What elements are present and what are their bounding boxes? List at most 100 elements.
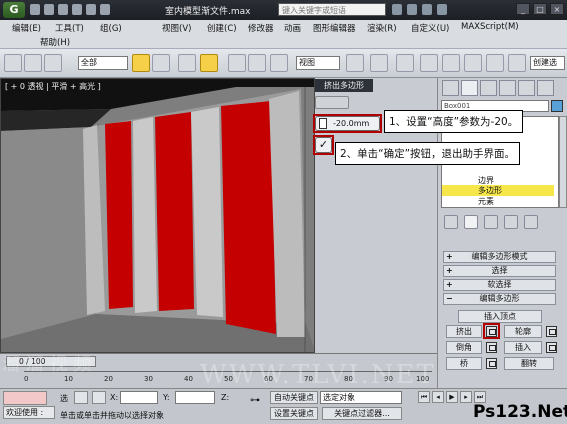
absolute-mode-icon[interactable] bbox=[92, 391, 106, 404]
snap-toggle-icon[interactable] bbox=[420, 54, 438, 72]
select-object-icon[interactable] bbox=[132, 54, 150, 72]
make-unique-icon[interactable] bbox=[484, 215, 498, 229]
favorites-icon[interactable] bbox=[422, 4, 432, 15]
link-icon[interactable] bbox=[44, 54, 62, 72]
pin-stack-icon[interactable] bbox=[444, 215, 458, 229]
modifier-stack-scrollbar[interactable] bbox=[559, 116, 567, 208]
remove-modifier-icon[interactable] bbox=[504, 215, 518, 229]
menu-tools[interactable]: 工具(T) bbox=[55, 22, 84, 34]
door-panel-2[interactable] bbox=[155, 112, 194, 311]
search-icon[interactable] bbox=[392, 4, 402, 15]
close-button[interactable]: × bbox=[550, 3, 564, 15]
configure-sets-icon[interactable] bbox=[524, 215, 538, 229]
help-icon[interactable] bbox=[437, 4, 447, 15]
menu-maxscript[interactable]: MAXScript(M) bbox=[461, 22, 519, 32]
stack-item-element[interactable]: 元素 bbox=[478, 196, 494, 207]
outline-settings-icon[interactable] bbox=[546, 326, 557, 337]
motion-tab-icon[interactable] bbox=[499, 80, 516, 96]
bridge-button[interactable]: 桥 bbox=[446, 357, 482, 370]
percent-snap-icon[interactable] bbox=[464, 54, 482, 72]
angle-snap-icon[interactable] bbox=[442, 54, 460, 72]
keyboard-shortcut-icon[interactable] bbox=[396, 54, 414, 72]
display-tab-icon[interactable] bbox=[518, 80, 535, 96]
maxscript-listener[interactable] bbox=[3, 391, 47, 405]
perspective-viewport[interactable]: [ + 0 透视 | 平滑 + 高光 ] bbox=[0, 78, 315, 353]
menu-help[interactable]: 帮助(H) bbox=[40, 36, 70, 48]
viewport-label[interactable]: [ + 0 透视 | 平滑 + 高光 ] bbox=[5, 81, 101, 92]
tick-label: 30 bbox=[144, 375, 153, 383]
save-icon[interactable] bbox=[58, 4, 68, 15]
menu-group[interactable]: 组(G) bbox=[100, 22, 122, 34]
next-frame-icon[interactable]: ▸ bbox=[460, 391, 472, 403]
door-panel-3[interactable] bbox=[221, 101, 276, 334]
named-selection-set-dropdown[interactable]: 创建选 bbox=[530, 56, 565, 70]
selection-region-icon[interactable] bbox=[178, 54, 196, 72]
y-coordinate-field[interactable] bbox=[175, 391, 215, 404]
set-key-button[interactable]: 设置关键点 bbox=[270, 407, 318, 420]
select-manipulate-icon[interactable] bbox=[370, 54, 388, 72]
search-input[interactable]: 键入关键字或短语 bbox=[278, 3, 386, 16]
pivot-center-icon[interactable] bbox=[346, 54, 364, 72]
door-panel-1[interactable] bbox=[105, 121, 133, 309]
scale-icon[interactable] bbox=[270, 54, 288, 72]
show-end-result-icon[interactable] bbox=[464, 215, 478, 229]
key-icon[interactable]: ⊶ bbox=[250, 395, 260, 406]
menu-views[interactable]: 视图(V) bbox=[162, 22, 191, 34]
hierarchy-tab-icon[interactable] bbox=[480, 80, 497, 96]
selection-lock-icon[interactable] bbox=[74, 391, 88, 404]
undo-icon[interactable] bbox=[72, 4, 82, 15]
insert-vertex-button[interactable]: 插入顶点 bbox=[458, 310, 542, 323]
modify-tab-icon[interactable] bbox=[461, 80, 478, 96]
undo-icon[interactable] bbox=[4, 54, 22, 72]
bevel-settings-icon[interactable] bbox=[486, 342, 497, 353]
auto-key-button[interactable]: 自动关键点 bbox=[270, 391, 318, 404]
utilities-tab-icon[interactable] bbox=[537, 80, 554, 96]
goto-start-icon[interactable]: ⏮ bbox=[418, 391, 430, 403]
create-tab-icon[interactable] bbox=[442, 80, 459, 96]
bridge-settings-icon[interactable] bbox=[486, 358, 497, 369]
x-coordinate-field[interactable] bbox=[120, 391, 158, 404]
selection-filter-dropdown[interactable]: 全部 bbox=[78, 56, 128, 70]
menu-customize[interactable]: 自定义(U) bbox=[411, 22, 449, 34]
key-filters-button[interactable]: 关键点过滤器... bbox=[322, 407, 402, 420]
extrude-type-dropdown[interactable] bbox=[315, 96, 349, 109]
stack-item-polygon[interactable]: 多边形 bbox=[442, 185, 554, 196]
move-icon[interactable] bbox=[228, 54, 246, 72]
key-mode-dropdown[interactable]: 选定对象 bbox=[320, 391, 402, 404]
rollout-edit-polygons[interactable]: − 编辑多边形 bbox=[443, 293, 556, 305]
redo-icon[interactable] bbox=[86, 4, 96, 15]
menu-animation[interactable]: 动画 bbox=[284, 22, 301, 34]
open-file-icon[interactable] bbox=[44, 4, 54, 15]
outline-button[interactable]: 轮廓 bbox=[504, 325, 542, 338]
spinner-snap-icon[interactable] bbox=[486, 54, 504, 72]
menu-create[interactable]: 创建(C) bbox=[207, 22, 237, 34]
rollout-soft-selection[interactable]: + 软选择 bbox=[443, 279, 556, 291]
edit-named-selection-icon[interactable] bbox=[508, 54, 526, 72]
app-logo-icon[interactable]: G bbox=[3, 2, 25, 18]
redo-icon[interactable] bbox=[24, 54, 42, 72]
bevel-button[interactable]: 倒角 bbox=[446, 341, 482, 354]
play-icon[interactable]: ▶ bbox=[446, 391, 458, 403]
menu-rendering[interactable]: 渲染(R) bbox=[367, 22, 397, 34]
subscription-icon[interactable] bbox=[407, 4, 417, 15]
hold-icon[interactable] bbox=[100, 4, 110, 15]
minimize-button[interactable]: _ bbox=[516, 3, 530, 15]
prev-frame-icon[interactable]: ◂ bbox=[432, 391, 444, 403]
inset-settings-icon[interactable] bbox=[546, 342, 557, 353]
info-center-icons bbox=[392, 4, 447, 15]
menu-modifiers[interactable]: 修改器 bbox=[248, 22, 274, 34]
reference-coordinate-dropdown[interactable]: 视图 bbox=[296, 56, 340, 70]
rotate-icon[interactable] bbox=[248, 54, 266, 72]
inset-button[interactable]: 插入 bbox=[504, 341, 542, 354]
maximize-button[interactable]: □ bbox=[533, 3, 547, 15]
rollout-selection[interactable]: + 选择 bbox=[443, 265, 556, 277]
object-color-swatch[interactable] bbox=[551, 100, 563, 112]
window-crossing-icon[interactable] bbox=[200, 54, 218, 72]
rollout-edit-poly-mode[interactable]: + 编辑多边形模式 bbox=[443, 251, 556, 263]
new-file-icon[interactable] bbox=[30, 4, 40, 15]
menu-graph-editors[interactable]: 图形编辑器 bbox=[313, 22, 356, 34]
extrude-button[interactable]: 挤出 bbox=[446, 325, 482, 338]
flip-button[interactable]: 翻转 bbox=[504, 357, 554, 370]
select-by-name-icon[interactable] bbox=[152, 54, 170, 72]
menu-edit[interactable]: 编辑(E) bbox=[12, 22, 41, 34]
